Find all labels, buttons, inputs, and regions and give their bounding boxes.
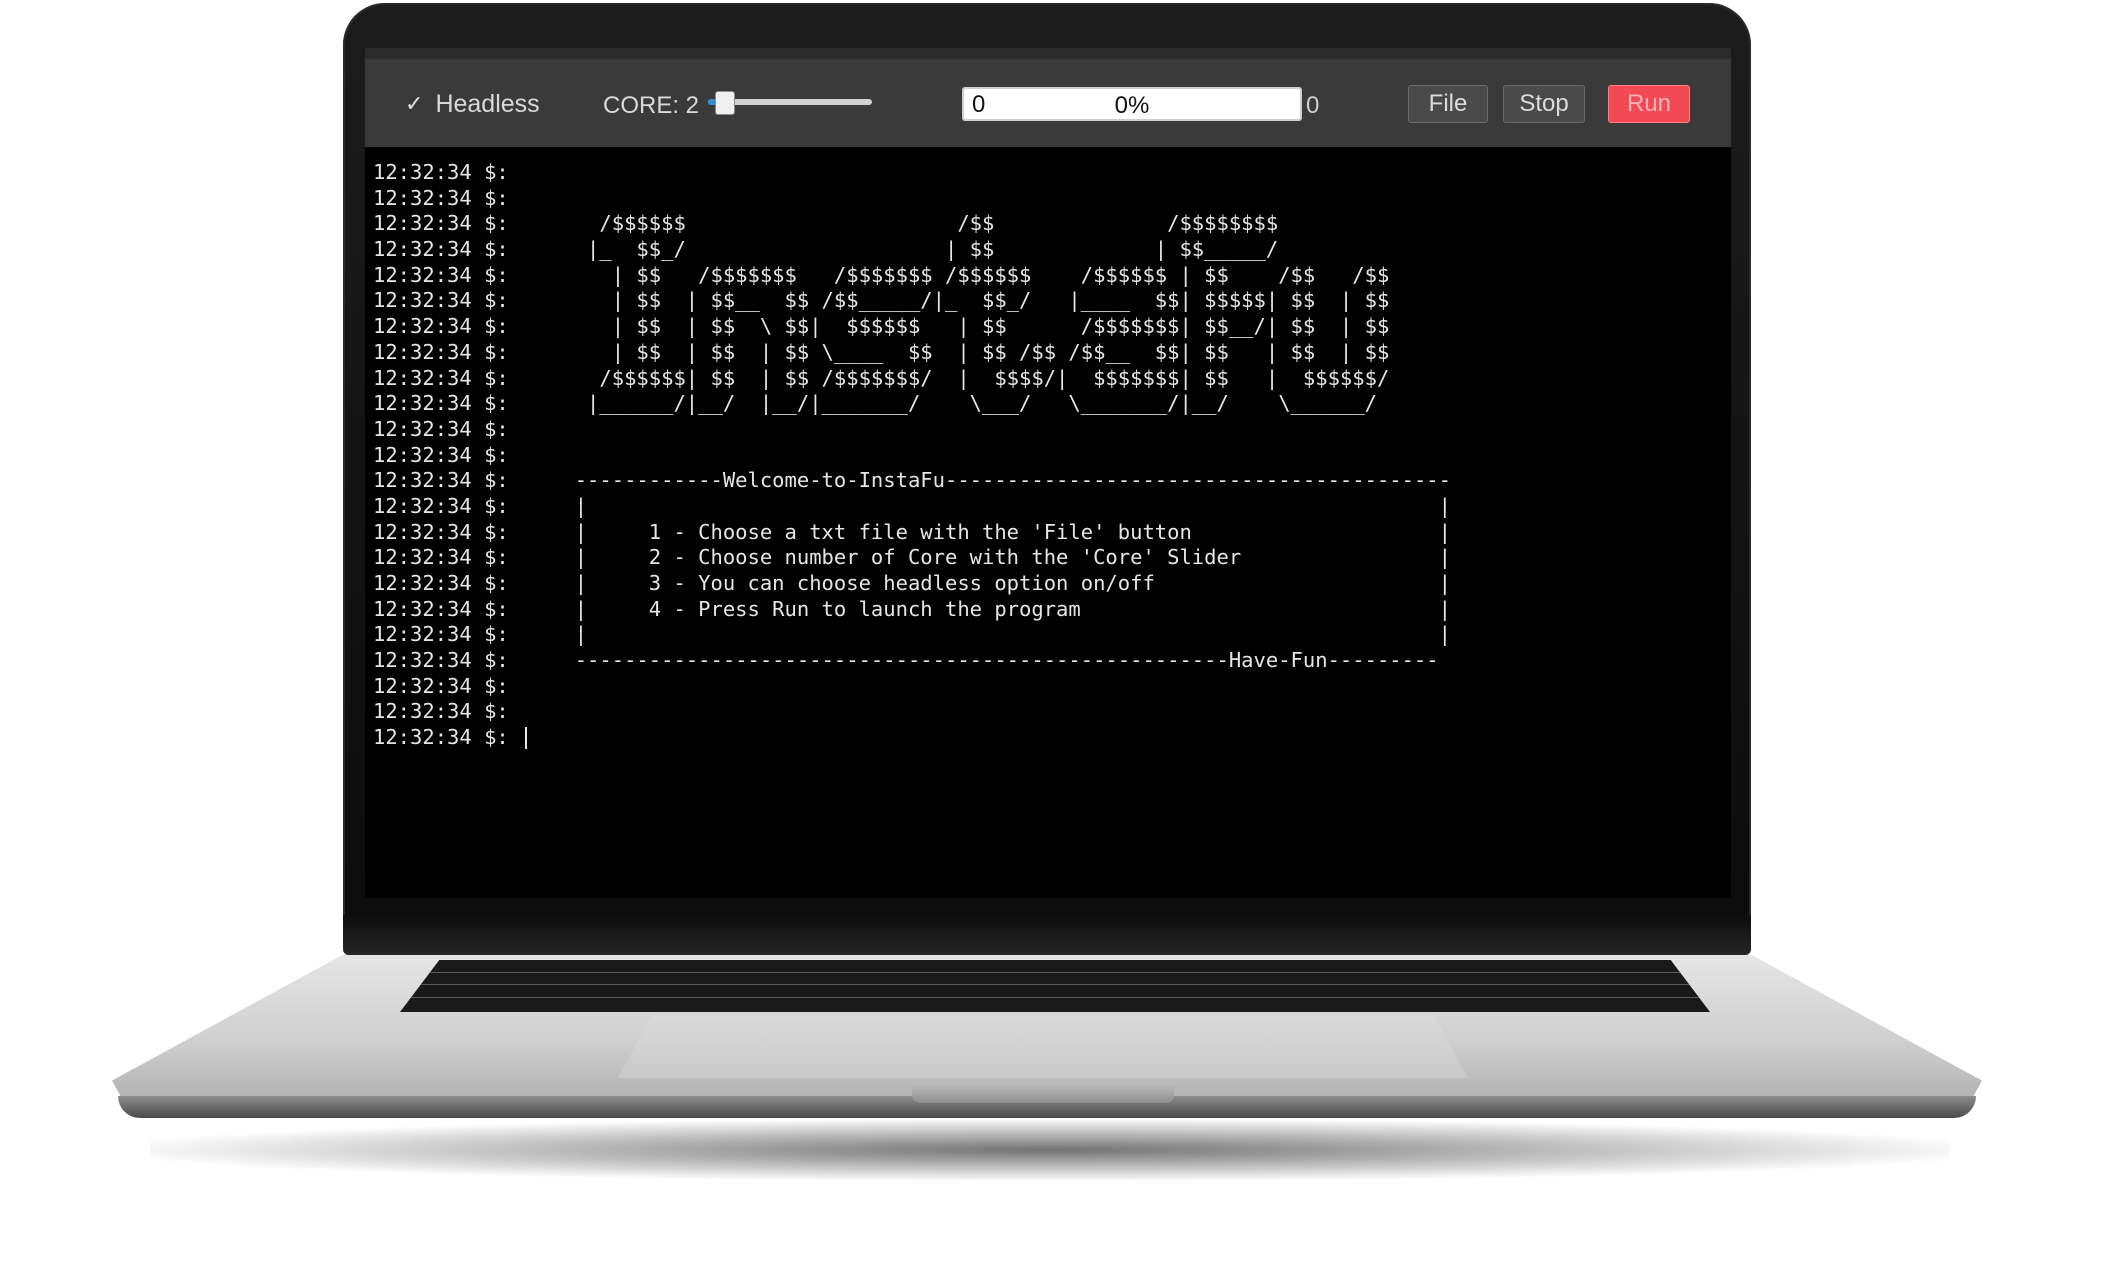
terminal-prompt: 12:32:34 $: xyxy=(373,185,509,210)
text-cursor xyxy=(525,727,527,750)
core-slider[interactable] xyxy=(708,91,872,115)
terminal-line: 12:32:34 $: /$$$$$$ /$$ /$$$$$$$$ xyxy=(373,211,1723,237)
terminal-prompt: 12:32:34 $: xyxy=(373,699,509,724)
terminal-prompt: 12:32:34 $: xyxy=(373,391,509,416)
terminal-line: 12:32:34 $: xyxy=(373,160,1723,186)
run-button[interactable]: Run xyxy=(1608,85,1690,123)
terminal-prompt: 12:32:34 $: xyxy=(373,339,509,364)
laptop-lid-hinge xyxy=(343,915,1751,955)
progress-percent: 0% xyxy=(1114,92,1150,119)
terminal-prompt: 12:32:34 $: xyxy=(373,211,509,236)
terminal-line: 12:32:34 $: xyxy=(373,725,1723,751)
terminal-text: | | xyxy=(513,493,1451,518)
core-slider-handle[interactable] xyxy=(715,91,736,115)
terminal-prompt: 12:32:34 $: xyxy=(373,545,509,570)
terminal-prompt: 12:32:34 $: xyxy=(373,237,509,262)
terminal-line: 12:32:34 $: /$$$$$$| $$ | $$ /$$$$$$$/ |… xyxy=(373,366,1723,392)
terminal-text: /$$$$$$ /$$ /$$$$$$$$ xyxy=(513,211,1279,236)
keyboard xyxy=(400,960,1710,1012)
terminal-prompt: 12:32:34 $: xyxy=(373,571,509,595)
toolbar: ✓ Headless CORE: 2 0 0% 0 File Stop Run xyxy=(365,59,1731,147)
terminal-text: | $$ | $$ | $$ \____ $$ | $$ /$$ /$$__ $… xyxy=(513,339,1390,364)
terminal-line: 12:32:34 $: |_ $$_/ | $$ | $$_____/ xyxy=(373,237,1723,263)
terminal-prompt: 12:32:34 $: xyxy=(373,622,509,647)
terminal-prompt: 12:32:34 $: xyxy=(373,596,509,621)
terminal-text: | 1 - Choose a txt file with the 'File' … xyxy=(513,519,1451,544)
file-button[interactable]: File xyxy=(1408,85,1488,123)
terminal-prompt: 12:32:34 $: xyxy=(373,493,509,518)
window-titlebar xyxy=(365,48,1731,59)
app-window: ✓ Headless CORE: 2 0 0% 0 File Stop Run … xyxy=(365,48,1731,898)
terminal-prompt: 12:32:34 $: xyxy=(373,288,509,313)
terminal-line: 12:32:34 $: | $$ /$$$$$$$ /$$$$$$$ /$$$$… xyxy=(373,263,1723,289)
checkmark-icon: ✓ xyxy=(405,91,424,116)
progress-bar: 0 0% xyxy=(962,87,1302,121)
laptop-shadow xyxy=(150,1120,1950,1180)
terminal-line: 12:32:34 $: xyxy=(373,443,1723,469)
terminal-line: 12:32:34 $: xyxy=(373,699,1723,725)
terminal-text: | 2 - Choose number of Core with the 'Co… xyxy=(513,545,1451,570)
terminal-line: 12:32:34 $: ------------Welcome-to-Insta… xyxy=(373,468,1723,494)
terminal-prompt: 12:32:34 $: xyxy=(373,416,509,441)
terminal-line: 12:32:34 $: | $$ | $$ \ $$| $$$$$$ | $$ … xyxy=(373,314,1723,340)
progress-total: 0 xyxy=(1306,92,1320,119)
headless-label: Headless xyxy=(435,89,540,118)
terminal-text: /$$$$$$| $$ | $$ /$$$$$$$/ | $$$$/| $$$$… xyxy=(513,365,1390,390)
terminal-text: | $$ /$$$$$$$ /$$$$$$$ /$$$$$$ /$$$$$$ |… xyxy=(513,262,1390,287)
terminal-text: | 4 - Press Run to launch the program | xyxy=(513,596,1451,621)
terminal-line: 12:32:34 $: | $$ | $$__ $$ /$$_____/|_ $… xyxy=(373,288,1723,314)
terminal-line: 12:32:34 $: | | xyxy=(373,622,1723,648)
terminal-prompt: 12:32:34 $: xyxy=(373,442,509,467)
touchpad xyxy=(618,1015,1468,1078)
terminal-text: | $$ | $$ \ $$| $$$$$$ | $$ /$$$$$$$| $$… xyxy=(513,314,1390,339)
terminal-line: 12:32:34 $: | 2 - Choose number of Core … xyxy=(373,545,1723,571)
terminal-text: ------------Welcome-to-InstaFu----------… xyxy=(513,468,1451,493)
terminal-text: |_ $$_/ | $$ | $$_____/ xyxy=(513,237,1279,262)
terminal-line: 12:32:34 $: | | xyxy=(373,494,1723,520)
terminal-line: 12:32:34 $: ----------------------------… xyxy=(373,648,1723,674)
terminal-prompt: 12:32:34 $: xyxy=(373,314,509,339)
terminal-line: 12:32:34 $: xyxy=(373,674,1723,700)
terminal-line: 12:32:34 $: | 4 - Press Run to launch th… xyxy=(373,597,1723,623)
terminal-output[interactable]: 12:32:34 $: 12:32:34 $: 12:32:34 $: /$$$$$… xyxy=(373,160,1723,890)
terminal-prompt: 12:32:34 $: xyxy=(373,262,509,287)
terminal-prompt: 12:32:34 $: xyxy=(373,468,509,493)
terminal-line: 12:32:34 $: xyxy=(373,186,1723,212)
terminal-prompt: 12:32:34 $: xyxy=(373,519,509,544)
terminal-prompt: 12:32:34 $: xyxy=(373,673,509,698)
terminal-text: |______/|__/ |__/|_______/ \___/ \______… xyxy=(513,391,1377,416)
terminal-line: 12:32:34 $: xyxy=(373,417,1723,443)
terminal-prompt: 12:32:34 $: xyxy=(373,160,509,184)
terminal-line: 12:32:34 $: |______/|__/ |__/|_______/ \… xyxy=(373,391,1723,417)
terminal-line: 12:32:34 $: | 1 - Choose a txt file with… xyxy=(373,520,1723,546)
terminal-text: | $$ | $$__ $$ /$$_____/|_ $$_/ |____ $$… xyxy=(513,288,1390,313)
terminal-text: | | xyxy=(513,622,1451,647)
terminal-line: 12:32:34 $: | 3 - You can choose headles… xyxy=(373,571,1723,597)
stop-button[interactable]: Stop xyxy=(1503,85,1585,123)
terminal-text: | 3 - You can choose headless option on/… xyxy=(513,571,1451,595)
terminal-prompt: 12:32:34 $: xyxy=(373,725,509,750)
core-label: CORE: 2 xyxy=(603,92,700,119)
terminal-prompt: 12:32:34 $: xyxy=(373,648,509,673)
headless-checkbox[interactable]: ✓ Headless xyxy=(405,89,540,119)
lid-notch xyxy=(912,1083,1174,1103)
terminal-prompt: 12:32:34 $: xyxy=(373,365,509,390)
terminal-text: ----------------------------------------… xyxy=(513,648,1439,673)
terminal-line: 12:32:34 $: | $$ | $$ | $$ \____ $$ | $$… xyxy=(373,340,1723,366)
